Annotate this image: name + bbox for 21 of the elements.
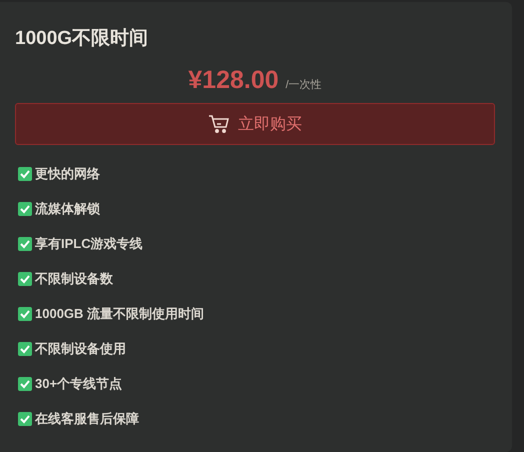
plan-title: 1000G不限时间 [15,27,150,51]
feature-text: 30+个专线节点 [35,375,122,392]
check-icon [18,166,32,180]
feature-text: 1000GB 流量不限制使用时间 [35,305,204,322]
feature-text: 不限制设备数 [35,270,113,287]
cart-icon [208,114,230,134]
billing-period: /一次性 [286,78,322,92]
feature-text: 流媒体解锁 [35,200,100,217]
check-icon [18,272,32,286]
buy-button[interactable]: 立即购买 [15,103,495,145]
check-icon [18,236,32,250]
check-icon [18,376,32,390]
feature-text: 在线客服售后保障 [35,410,139,427]
check-icon [18,306,32,320]
check-icon [18,342,32,356]
check-icon [18,202,32,216]
feature-text: 享有IPLC游戏专线 [35,235,143,252]
price: ¥128.00 [188,66,279,95]
check-icon [18,412,32,426]
feature-text: 更快的网络 [35,165,100,182]
feature-text: 不限制设备使用 [35,340,126,357]
